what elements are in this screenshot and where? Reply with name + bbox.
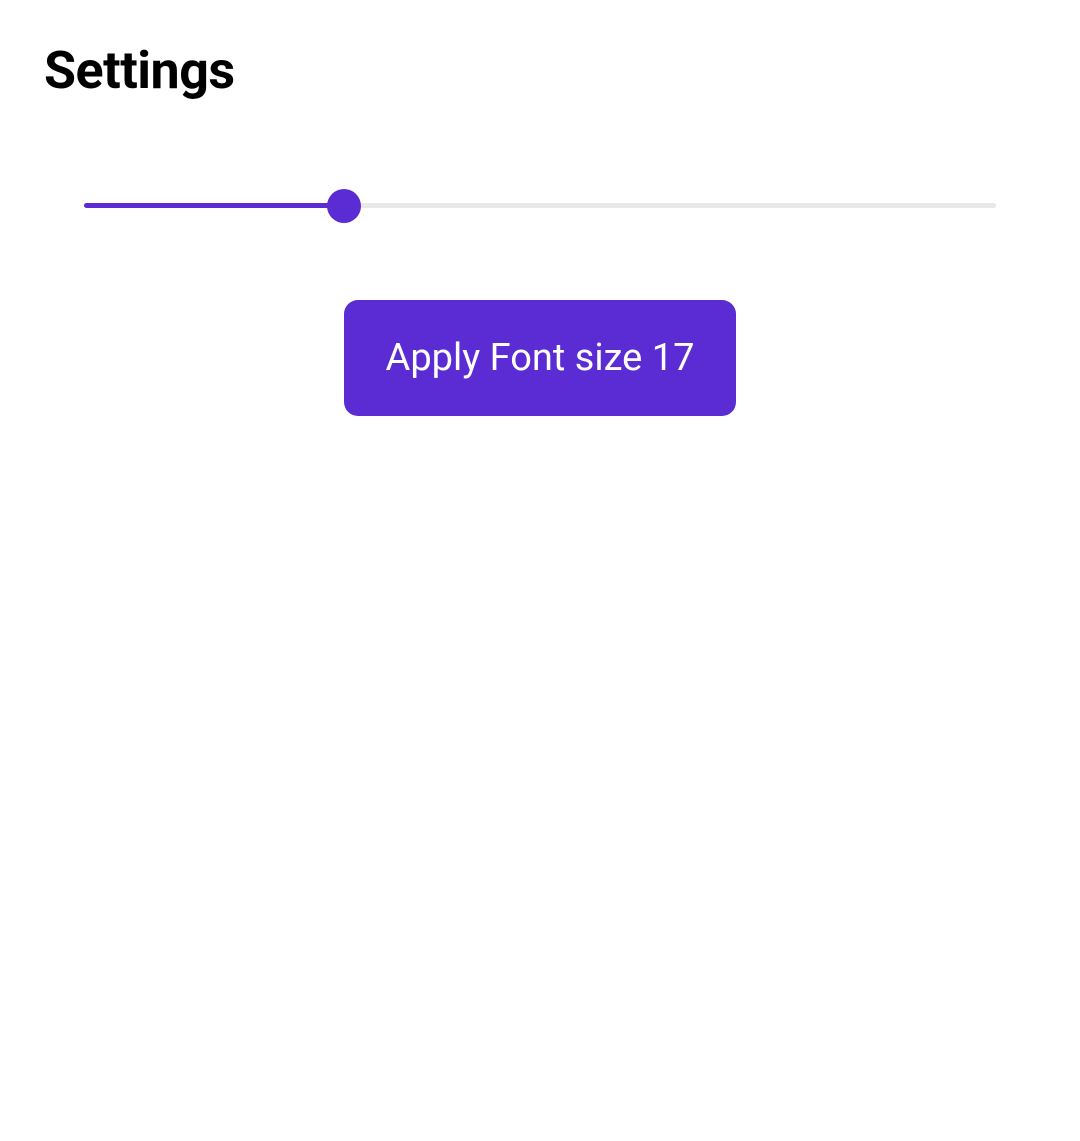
page-title: Settings: [44, 40, 1080, 101]
font-size-slider-container: [0, 203, 1080, 208]
button-container: Apply Font size 17: [0, 300, 1080, 416]
header: Settings: [0, 0, 1080, 101]
slider-fill: [84, 203, 344, 208]
slider-thumb[interactable]: [327, 189, 361, 223]
apply-font-size-button[interactable]: Apply Font size 17: [344, 300, 737, 416]
font-size-slider[interactable]: [84, 203, 996, 208]
